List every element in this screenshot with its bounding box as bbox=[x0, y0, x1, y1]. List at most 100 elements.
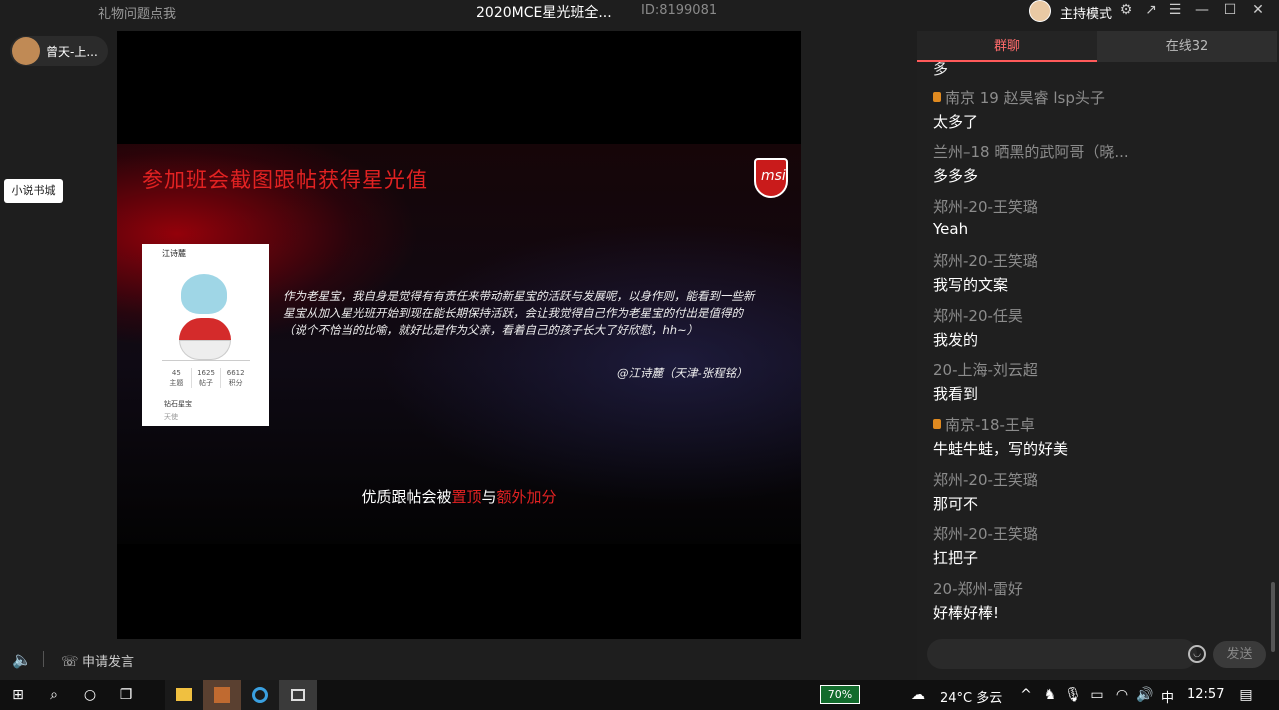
chat-text: 牛蛙牛蛙，写的好美 bbox=[933, 440, 1069, 458]
card-stat: 45 主题 bbox=[169, 369, 184, 387]
chat-user: 郑州-20-王笑璐 bbox=[933, 198, 1038, 216]
host-name: 曾天-上... bbox=[46, 45, 98, 59]
host-badge[interactable]: 曾天-上... bbox=[10, 36, 108, 66]
gift-help-link[interactable]: 礼物问题点我 bbox=[98, 3, 176, 22]
cortana-icon[interactable]: ○ bbox=[80, 685, 100, 705]
chat-text: 扛把子 bbox=[933, 549, 979, 567]
card-stat: 1625 帖子 bbox=[190, 368, 221, 388]
ime-indicator[interactable]: 中 bbox=[1161, 687, 1174, 706]
medal-icon bbox=[933, 92, 941, 102]
windows-taskbar: ⊞ ⌕ ○ ❐ 70% ☁ 24°C 多云 ^ ♞ 🎙 ▭ ◠ 🔊 中 12:5… bbox=[0, 680, 1279, 710]
chat-user: 兰州–18 晒黑的武阿哥（晓... bbox=[933, 143, 1129, 161]
chat-message-partial: 多 bbox=[933, 62, 949, 78]
title-bar: 礼物问题点我 2020MCE星光班全... ID:8199081 主持模式 ⚙ … bbox=[0, 0, 1279, 22]
card-stats: 45 主题 1625 帖子 6612 积分 bbox=[162, 368, 250, 388]
chat-text: 我看到 bbox=[933, 385, 979, 403]
anime-character-image bbox=[175, 274, 235, 360]
chat-message: 郑州-20-王笑璐 那可不 bbox=[933, 469, 1263, 514]
video-stage: 参加班会截图跟帖获得星光值 msi 江诗麓 45 主题 1625 帖子 6612 积分… bbox=[117, 31, 801, 639]
divider bbox=[43, 651, 44, 667]
room-id: ID:8199081 bbox=[641, 3, 718, 18]
close-icon[interactable]: ✕ bbox=[1249, 1, 1267, 19]
menu-icon[interactable]: ☰ bbox=[1166, 1, 1184, 19]
chat-text: 太多了 bbox=[933, 113, 979, 131]
task-view-icon[interactable]: ❐ bbox=[116, 685, 136, 705]
presentation-slide: 参加班会截图跟帖获得星光值 msi 江诗麓 45 主题 1625 帖子 6612 积分… bbox=[117, 144, 801, 544]
chat-text: 我发的 bbox=[933, 331, 979, 349]
chat-user: 20-郑州-雷好 bbox=[933, 580, 1023, 598]
edge-icon[interactable] bbox=[241, 680, 279, 710]
weather-text[interactable]: 24°C 多云 bbox=[940, 687, 1002, 706]
chat-user: 20-上海-刘云超 bbox=[933, 361, 1038, 379]
chat-user: 郑州-20-王笑璐 bbox=[933, 525, 1038, 543]
chat-message: 南京-18-王卓 牛蛙牛蛙，写的好美 bbox=[933, 414, 1263, 459]
msi-logo-text: msi bbox=[761, 168, 786, 184]
medal-icon bbox=[933, 419, 941, 429]
tab-group-chat[interactable]: 群聊 bbox=[917, 31, 1097, 62]
battery-indicator[interactable]: 70% bbox=[820, 685, 860, 704]
clock[interactable]: 12:57 bbox=[1187, 687, 1224, 702]
file-explorer-icon[interactable] bbox=[165, 680, 203, 710]
chat-text: Yeah bbox=[933, 220, 969, 238]
chat-scrollbar[interactable] bbox=[1271, 582, 1275, 652]
novel-store-button[interactable]: 小说书城 bbox=[4, 179, 63, 203]
chat-text: 那可不 bbox=[933, 495, 979, 513]
slide-title: 参加班会截图跟帖获得星光值 bbox=[142, 168, 428, 192]
chat-user: 郑州-20-任昊 bbox=[933, 307, 1023, 325]
phone-icon: ☏ bbox=[61, 654, 79, 670]
chat-text: 多多多 bbox=[933, 167, 979, 185]
windows-start-icon[interactable]: ⊞ bbox=[8, 685, 28, 705]
card-rank: 钻石星宝 bbox=[164, 400, 192, 408]
emoji-icon[interactable]: ◡ bbox=[1188, 645, 1206, 663]
chat-message: 20-上海-刘云超 我看到 bbox=[933, 359, 1263, 404]
popout-icon[interactable]: ↗ bbox=[1142, 1, 1160, 19]
settings-icon[interactable]: ⚙ bbox=[1117, 1, 1135, 19]
search-icon[interactable]: ⌕ bbox=[44, 685, 64, 705]
chat-user: 南京-18-王卓 bbox=[933, 414, 1263, 435]
host-mode-label[interactable]: 主持模式 bbox=[1060, 3, 1112, 22]
promo-line: 优质跟帖会被置顶与额外加分 bbox=[361, 488, 557, 506]
tab-online[interactable]: 在线32 bbox=[1097, 31, 1277, 62]
tray-app-icon[interactable]: ♞ bbox=[1040, 685, 1060, 705]
classroom-app-icon[interactable] bbox=[279, 680, 317, 710]
host-avatar bbox=[12, 37, 40, 65]
chat-text: 好棒好棒! bbox=[933, 604, 1000, 622]
chat-user: 南京 19 赵昊睿 lsp头子 bbox=[933, 87, 1263, 108]
minimize-icon[interactable]: — bbox=[1193, 1, 1211, 19]
send-button[interactable]: 发送 bbox=[1213, 641, 1266, 668]
chevron-up-icon[interactable]: ^ bbox=[1016, 685, 1036, 705]
notification-icon[interactable]: ▤ bbox=[1236, 685, 1256, 705]
profile-card: 江诗麓 45 主题 1625 帖子 6612 积分 钻石星宝 天使 bbox=[142, 244, 269, 426]
chat-user: 郑州-20-王笑璐 bbox=[933, 252, 1038, 270]
chat-tabs: 群聊 在线32 bbox=[917, 31, 1279, 62]
weather-icon: ☁ bbox=[911, 687, 925, 703]
microphone-tray-icon[interactable]: 🎙 bbox=[1063, 685, 1083, 705]
chat-message: 兰州–18 晒黑的武阿哥（晓... 多多多 bbox=[933, 141, 1263, 186]
apply-speak-button[interactable]: ☏ 申请发言 bbox=[61, 651, 134, 670]
volume-icon[interactable]: 🔊 bbox=[1135, 685, 1155, 705]
user-avatar[interactable] bbox=[1029, 0, 1051, 22]
battery-icon[interactable]: ▭ bbox=[1087, 685, 1107, 705]
apply-speak-label: 申请发言 bbox=[82, 655, 135, 670]
chat-user: 郑州-20-王笑璐 bbox=[933, 471, 1038, 489]
card-stat: 6612 积分 bbox=[220, 368, 250, 388]
card-tag: 天使 bbox=[164, 413, 178, 421]
chat-message: 郑州-20-王笑璐 我写的文案 bbox=[933, 250, 1263, 295]
chat-input[interactable] bbox=[927, 639, 1197, 669]
maximize-icon[interactable]: ☐ bbox=[1221, 1, 1239, 19]
chat-messages[interactable]: 多 南京 19 赵昊睿 lsp头子 太多了 兰州–18 晒黑的武阿哥（晓... 多多… bbox=[917, 62, 1279, 660]
chat-message: 郑州-20-任昊 我发的 bbox=[933, 305, 1263, 350]
speaker-icon[interactable]: 🔈 bbox=[12, 650, 32, 669]
chat-message: 南京 19 赵昊睿 lsp头子 太多了 bbox=[933, 87, 1263, 132]
card-name: 江诗麓 bbox=[162, 249, 186, 258]
chat-text: 我写的文案 bbox=[933, 276, 1009, 294]
testimonial-quote: 作为老星宝，我自身是觉得有有责任来带动新星宝的活跃与发展呢，以身作则，能看到一些… bbox=[283, 289, 755, 337]
msi-logo: msi bbox=[754, 158, 788, 198]
chat-message: 郑州-20-王笑璐 扛把子 bbox=[933, 523, 1263, 568]
room-title: 2020MCE星光班全... bbox=[476, 5, 612, 21]
quote-author: @江诗麓（天津-张程铭） bbox=[617, 366, 748, 380]
chat-message: 20-郑州-雷好 好棒好棒! bbox=[933, 578, 1263, 623]
chat-message: 郑州-20-王笑璐 Yeah bbox=[933, 196, 1263, 238]
app-icon[interactable] bbox=[203, 680, 241, 710]
wifi-icon[interactable]: ◠ bbox=[1112, 685, 1132, 705]
